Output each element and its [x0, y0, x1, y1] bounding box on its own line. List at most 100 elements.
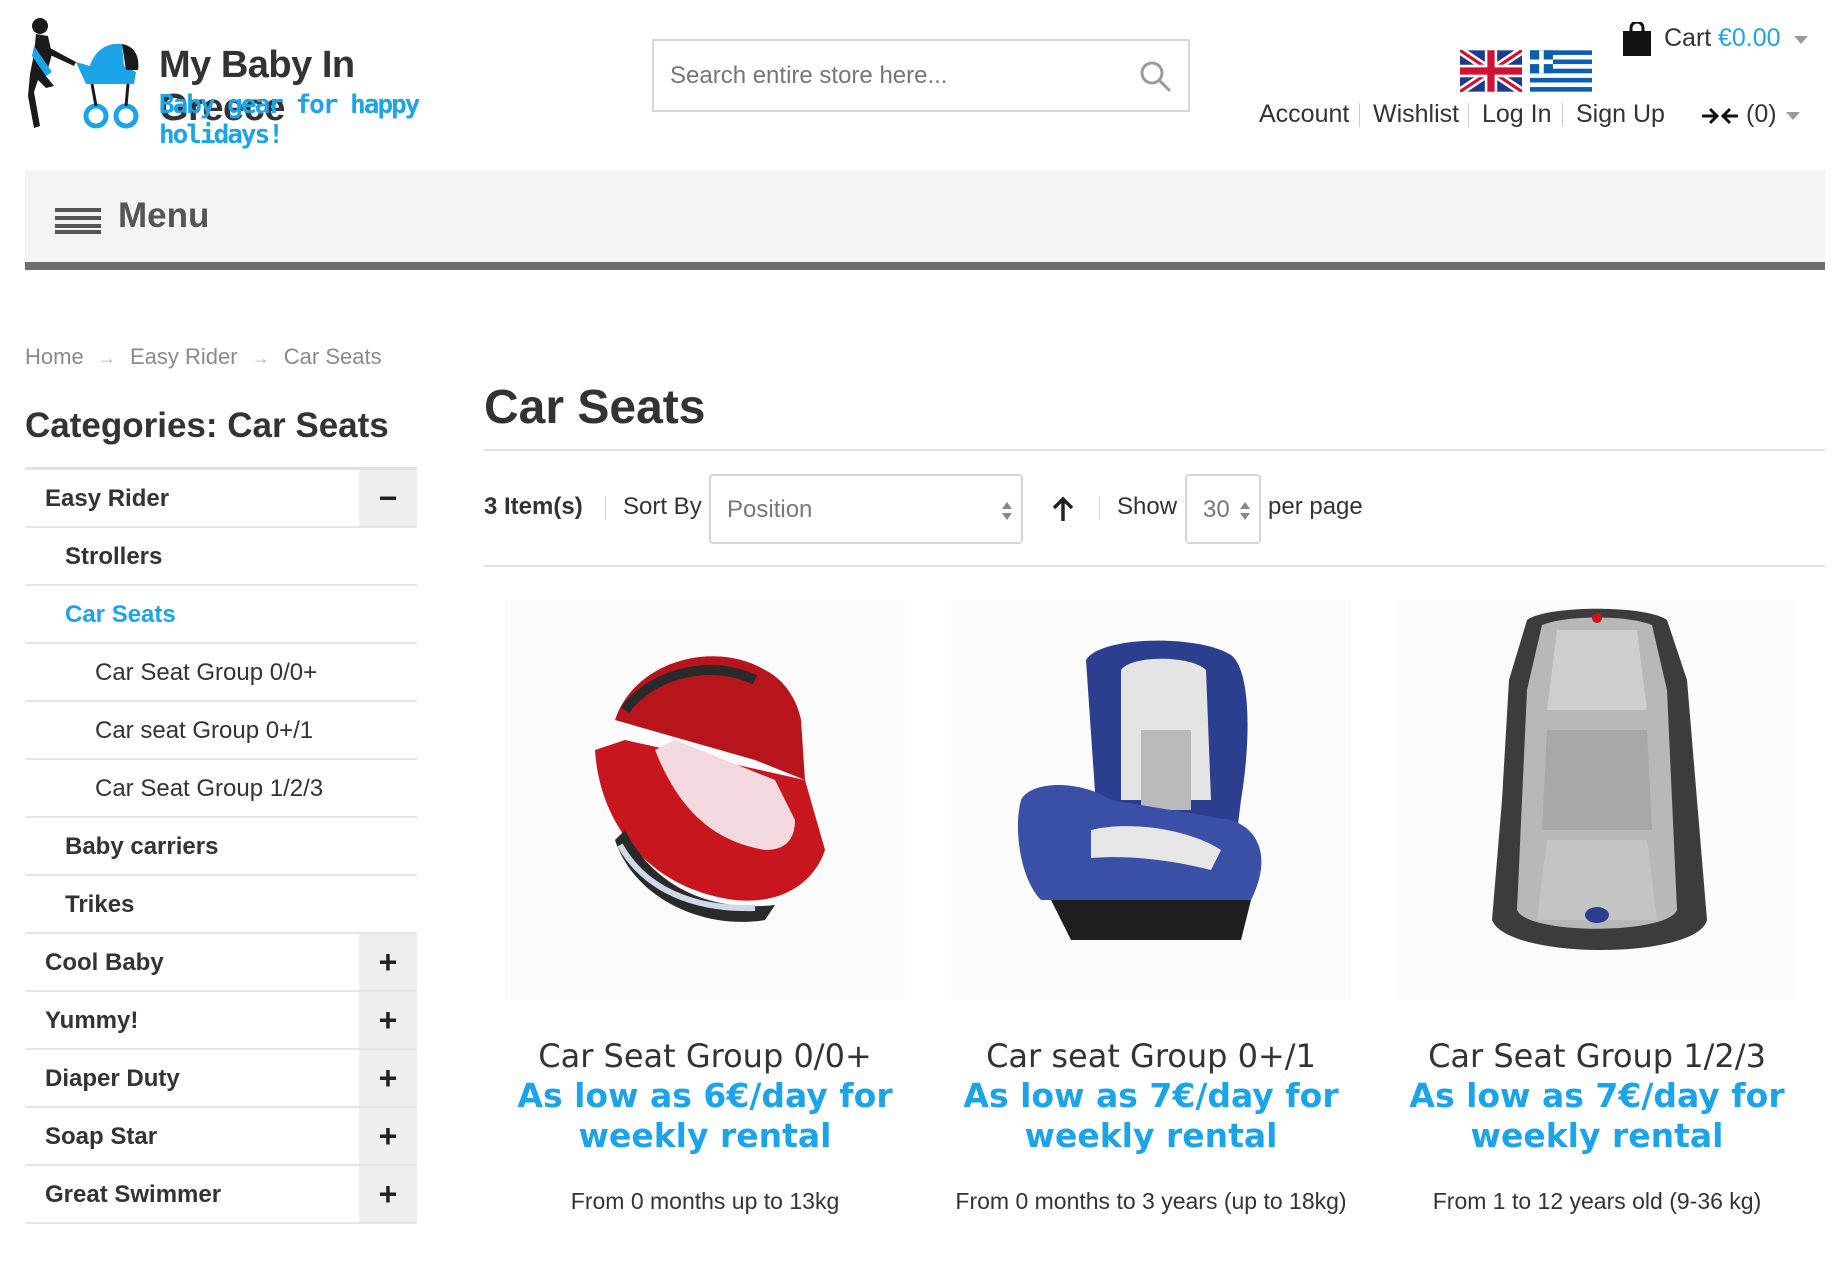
sidebar-item-label[interactable]: Car Seat Group 1/2/3 [95, 775, 323, 803]
product-price: As low as 7€/day for weekly rental [1409, 1076, 1785, 1155]
shopping-bag-icon[interactable] [1622, 22, 1652, 56]
sidebar-item-car-seat-group-0[interactable]: Car Seat Group 0/0+ [25, 644, 417, 702]
product-description: From 0 months to 3 years (up to 18kg) [955, 1188, 1347, 1214]
site-logo[interactable]: My Baby In Greece Baby gear for happy ho… [26, 14, 476, 150]
product-price: As low as 7€/day for weekly rental [963, 1076, 1339, 1155]
sidebar-item-cool-baby[interactable]: Cool Baby + [25, 934, 417, 992]
arrow-right-icon: → [251, 348, 270, 368]
sidebar-item-trikes[interactable]: Trikes [25, 876, 417, 934]
product-name[interactable]: Car Seat Group 0/0+ [490, 1037, 920, 1075]
plus-icon: + [378, 1002, 398, 1038]
divider [484, 449, 1825, 451]
sidebar-item-label[interactable]: Car seat Group 0+/1 [95, 717, 313, 745]
page-title: Car Seats [484, 381, 706, 434]
menu-bar[interactable]: Menu [25, 170, 1825, 270]
logo-mother-stroller-icon [28, 18, 139, 129]
sidebar-item-diaper-duty[interactable]: Diaper Duty + [25, 1050, 417, 1108]
sidebar-item-label[interactable]: Baby carriers [65, 833, 218, 861]
compare-caret-icon[interactable] [1786, 112, 1800, 120]
sidebar-item-label[interactable]: Great Swimmer [45, 1181, 221, 1209]
plus-icon: + [378, 1176, 398, 1212]
product-price: As low as 6€/day for weekly rental [517, 1076, 893, 1155]
sidebar-title: Categories: Car Seats [25, 406, 389, 445]
cart-amount[interactable]: €0.00 [1718, 24, 1781, 53]
collapse-button[interactable]: − [359, 470, 417, 526]
wishlist-link[interactable]: Wishlist [1373, 100, 1459, 129]
menu-label[interactable]: Menu [118, 196, 209, 236]
sidebar-item-label[interactable]: Yummy! [45, 1007, 138, 1035]
product-description: From 0 months up to 13kg [570, 1188, 840, 1214]
breadcrumb-current: Car Seats [283, 344, 382, 369]
cart-caret-icon[interactable] [1794, 36, 1808, 44]
limiter-select[interactable]: 30 [1185, 474, 1261, 544]
item-count: 3 Item(s) [484, 493, 583, 520]
sidebar-item-label[interactable]: Cool Baby [45, 949, 164, 977]
separator [1562, 103, 1563, 127]
uk-flag-icon[interactable] [1460, 50, 1522, 92]
expand-button[interactable]: + [359, 934, 417, 990]
select-arrows-icon [1002, 502, 1012, 520]
sidebar-item-easy-rider[interactable]: Easy Rider − [25, 470, 417, 528]
greek-flag-icon[interactable] [1530, 50, 1592, 92]
plus-icon: + [378, 1060, 398, 1096]
site-header: My Baby In Greece Baby gear for happy ho… [0, 0, 1836, 170]
brand-tagline: Baby gear for happy holidays! [159, 90, 420, 150]
sort-direction-up-icon[interactable] [1048, 494, 1078, 524]
product-card[interactable]: Car seat Group 0+/1 As low as 7€/day for… [936, 600, 1366, 1240]
breadcrumb-home[interactable]: Home [25, 344, 84, 370]
sidebar-item-soap-star[interactable]: Soap Star + [25, 1108, 417, 1166]
sidebar-item-great-swimmer[interactable]: Great Swimmer + [25, 1166, 417, 1224]
hamburger-icon[interactable] [55, 208, 101, 234]
separator [605, 496, 606, 520]
search-input[interactable] [670, 61, 1130, 91]
separator [1099, 496, 1100, 520]
product-name[interactable]: Car seat Group 0+/1 [936, 1037, 1366, 1075]
product-card[interactable]: Car Seat Group 0/0+ As low as 6€/day for… [490, 600, 920, 1240]
product-name[interactable]: Car Seat Group 1/2/3 [1382, 1037, 1812, 1075]
arrow-right-icon: → [97, 348, 116, 368]
sidebar-item-label[interactable]: Car Seat Group 0/0+ [95, 659, 317, 687]
breadcrumb: Home → Easy Rider → Car Seats [25, 344, 382, 370]
sort-select-value[interactable]: Position [727, 496, 812, 524]
compare-icon[interactable] [1700, 104, 1740, 128]
separator [1359, 103, 1360, 127]
sidebar-item-label[interactable]: Soap Star [45, 1123, 157, 1151]
sidebar-item-label[interactable]: Diaper Duty [45, 1065, 180, 1093]
product-image[interactable] [505, 600, 905, 1000]
product-image[interactable] [1397, 600, 1797, 1000]
compare-count[interactable]: (0) [1746, 100, 1777, 129]
login-link[interactable]: Log In [1482, 100, 1552, 129]
account-link[interactable]: Account [1259, 100, 1349, 129]
sidebar-item-car-seats[interactable]: Car Seats [25, 586, 417, 644]
sidebar-item-car-seat-group-0-1[interactable]: Car seat Group 0+/1 [25, 702, 417, 760]
breadcrumb-easy-rider[interactable]: Easy Rider [130, 344, 238, 370]
minus-icon: − [378, 480, 398, 516]
expand-button[interactable]: + [359, 992, 417, 1048]
product-card[interactable]: Car Seat Group 1/2/3 As low as 7€/day fo… [1382, 600, 1812, 1240]
sidebar-item-yummy[interactable]: Yummy! + [25, 992, 417, 1050]
plus-icon: + [378, 1118, 398, 1154]
signup-link[interactable]: Sign Up [1576, 100, 1665, 129]
sidebar-item-car-seat-group-1-2-3[interactable]: Car Seat Group 1/2/3 [25, 760, 417, 818]
sidebar-item-label[interactable]: Strollers [65, 543, 162, 571]
sidebar-item-label[interactable]: Easy Rider [45, 485, 169, 513]
limiter-select-value[interactable]: 30 [1203, 496, 1230, 524]
sort-select[interactable]: Position [709, 474, 1023, 544]
separator [1468, 103, 1469, 127]
sidebar-item-label[interactable]: Trikes [65, 891, 134, 919]
expand-button[interactable]: + [359, 1166, 417, 1222]
per-page-label: per page [1268, 493, 1363, 520]
divider [484, 565, 1825, 567]
expand-button[interactable]: + [359, 1050, 417, 1106]
search-box [652, 39, 1190, 112]
sidebar-item-label[interactable]: Car Seats [65, 601, 176, 629]
select-arrows-icon [1240, 502, 1250, 520]
sidebar-item-baby-carriers[interactable]: Baby carriers [25, 818, 417, 876]
product-image[interactable] [951, 600, 1351, 1000]
plus-icon: + [378, 944, 398, 980]
sidebar-item-strollers[interactable]: Strollers [25, 528, 417, 586]
search-icon[interactable] [1138, 59, 1172, 93]
expand-button[interactable]: + [359, 1108, 417, 1164]
cart-label[interactable]: Cart [1664, 24, 1711, 53]
product-description: From 1 to 12 years old (9-36 kg) [1432, 1188, 1762, 1214]
